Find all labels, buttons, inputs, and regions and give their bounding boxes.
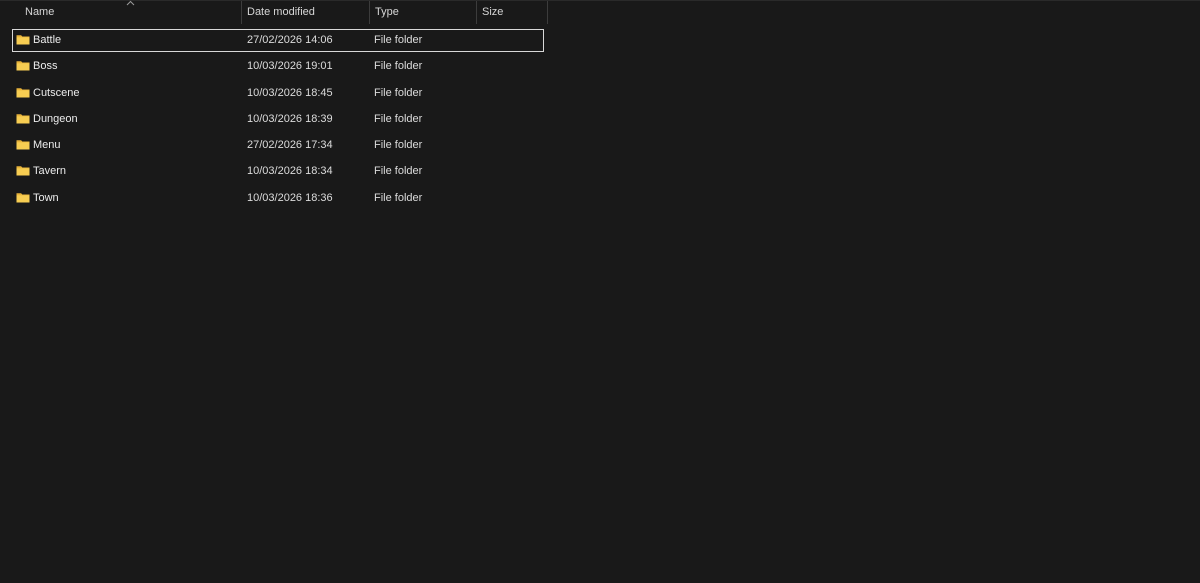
column-header-date-label: Date modified <box>247 6 315 18</box>
item-date-modified: 10/03/2026 18:45 <box>247 86 333 99</box>
item-name: Dungeon <box>33 112 78 125</box>
column-header-size-label: Size <box>482 6 504 18</box>
item-date-modified: 10/03/2026 18:39 <box>247 112 333 125</box>
list-item[interactable]: Tavern 10/03/2026 18:34 File folder <box>12 160 544 186</box>
item-date-modified: 10/03/2026 18:36 <box>247 191 333 204</box>
column-header-bar: Name Date modified Type Size <box>0 0 548 26</box>
item-name: Boss <box>33 60 58 73</box>
list-item[interactable]: Battle 27/02/2026 14:06 File folder <box>12 29 544 52</box>
folder-icon <box>16 165 30 176</box>
item-name: Town <box>33 191 59 204</box>
column-header-type[interactable]: Type <box>370 1 476 24</box>
column-header-date[interactable]: Date modified <box>242 1 369 24</box>
item-type: File folder <box>374 60 423 73</box>
list-item[interactable]: Cutscene 10/03/2026 18:45 File folder <box>12 82 544 108</box>
item-type: File folder <box>374 86 423 99</box>
item-type: File folder <box>374 191 423 204</box>
item-type: File folder <box>374 34 423 46</box>
item-date-modified: 27/02/2026 14:06 <box>247 34 333 46</box>
column-header-type-label: Type <box>375 6 399 18</box>
item-type: File folder <box>374 139 423 152</box>
list-item[interactable]: Menu 27/02/2026 17:34 File folder <box>12 134 544 160</box>
folder-icon <box>16 60 30 71</box>
folder-icon <box>16 113 30 124</box>
item-type: File folder <box>374 112 423 125</box>
item-type: File folder <box>374 165 423 178</box>
item-name: Menu <box>33 139 61 152</box>
folder-icon <box>16 139 30 150</box>
folder-icon <box>16 34 30 45</box>
list-item[interactable]: Boss 10/03/2026 19:01 File folder <box>12 55 544 81</box>
file-list: Battle 27/02/2026 14:06 File folder Boss 10/… <box>12 29 544 213</box>
list-item[interactable]: Town 10/03/2026 18:36 File folder <box>12 187 544 213</box>
folder-icon <box>16 87 30 98</box>
item-name: Tavern <box>33 165 67 178</box>
column-header-size[interactable]: Size <box>477 1 547 24</box>
folder-icon <box>16 192 30 203</box>
item-name: Battle <box>33 34 62 46</box>
item-date-modified: 10/03/2026 19:01 <box>247 60 333 73</box>
column-header-name[interactable]: Name <box>0 1 241 24</box>
column-resize-handle[interactable] <box>547 1 548 24</box>
column-header-name-label: Name <box>25 6 55 18</box>
item-date-modified: 27/02/2026 17:34 <box>247 139 333 152</box>
list-item[interactable]: Dungeon 10/03/2026 18:39 File folder <box>12 108 544 134</box>
item-name: Cutscene <box>33 86 80 99</box>
item-date-modified: 10/03/2026 18:34 <box>247 165 333 178</box>
